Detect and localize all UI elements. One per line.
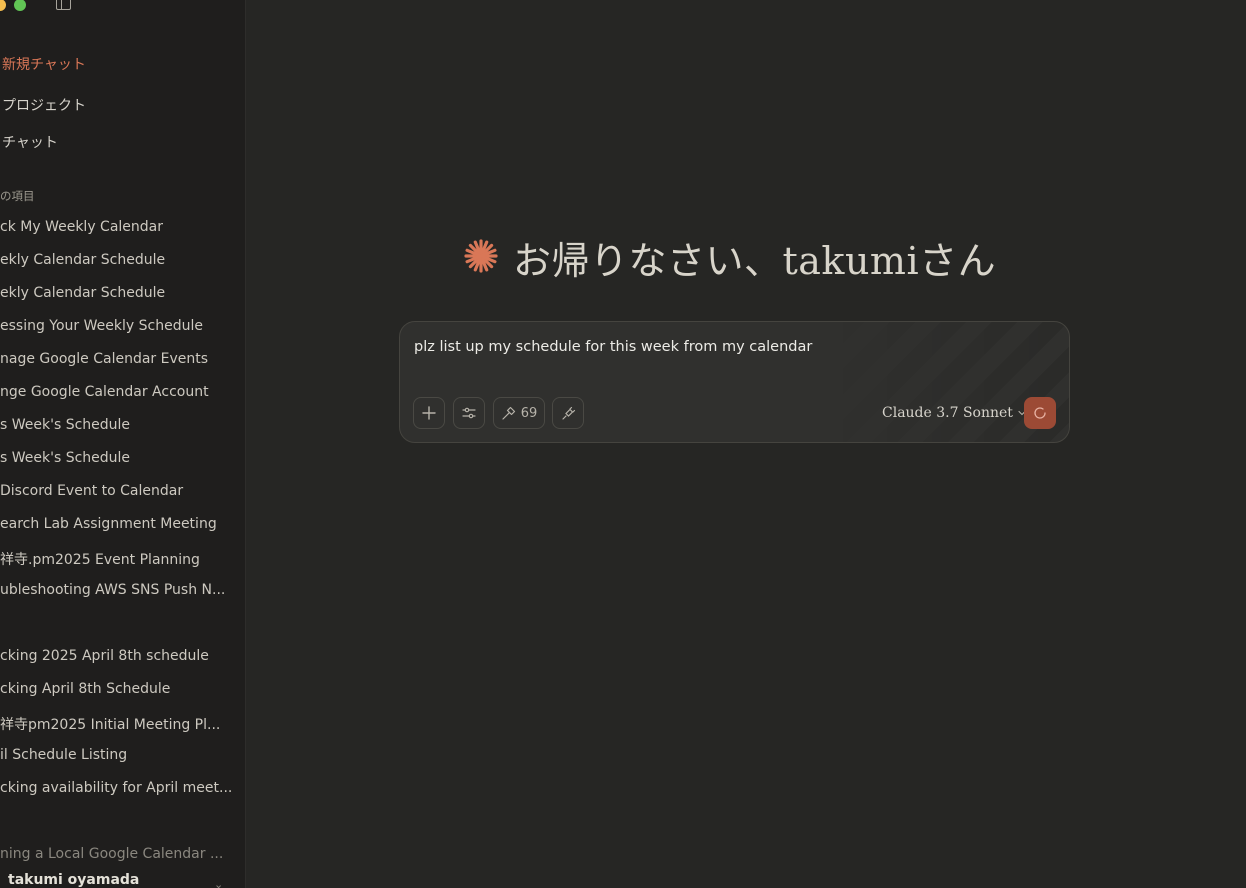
chat-item[interactable]: cking availability for April meet... [0, 780, 240, 796]
chat-item[interactable]: essing Your Weekly Schedule [0, 318, 240, 334]
model-name: Claude 3.7 Sonnet [882, 405, 1013, 421]
greeting-text: お帰りなさい、takumiさん [513, 239, 997, 283]
plug-icon [561, 406, 575, 420]
tools-count: 69 [520, 405, 538, 421]
chat-item[interactable]: ning a Local Google Calendar ... [0, 846, 240, 862]
maximize-button[interactable] [14, 0, 26, 11]
add-attachment-button[interactable] [413, 397, 445, 429]
chat-item[interactable]: nage Google Calendar Events [0, 351, 240, 367]
model-selector[interactable]: Claude 3.7 Sonnet [882, 405, 1027, 421]
chat-item[interactable]: earch Lab Assignment Meeting [0, 516, 240, 532]
chat-item[interactable]: ck My Weekly Calendar [0, 219, 240, 235]
greeting: お帰りなさい、takumiさん [463, 230, 996, 285]
send-button[interactable] [1024, 397, 1056, 429]
integration-button[interactable] [552, 397, 584, 429]
chat-item[interactable]: 祥寺pm2025 Initial Meeting Pl... [0, 714, 240, 734]
window-controls [0, 0, 26, 11]
account-name[interactable]: takumi oyamada [8, 872, 139, 888]
chat-item[interactable]: s Week's Schedule [0, 450, 240, 466]
chat-item[interactable]: ubleshooting AWS SNS Push N... [0, 582, 240, 598]
chat-item[interactable]: cking April 8th Schedule [0, 681, 240, 697]
hammer-icon [502, 406, 515, 420]
sidebar-toggle-icon[interactable] [56, 0, 71, 10]
chat-item[interactable]: 祥寺.pm2025 Event Planning [0, 549, 240, 569]
loading-icon [1034, 407, 1046, 419]
options-button[interactable] [453, 397, 485, 429]
message-input[interactable] [414, 339, 1034, 355]
plus-icon [422, 406, 436, 420]
claude-spark-icon [463, 238, 499, 278]
projects-nav-item[interactable]: プロジェクト [2, 95, 86, 115]
app-window: 新規チャット プロジェクト チャット の項目 ck My Weekly Cale… [0, 0, 1246, 888]
new-chat-button[interactable]: 新規チャット [2, 54, 86, 74]
chat-item[interactable]: cking 2025 April 8th schedule [0, 648, 240, 664]
chat-item[interactable]: nge Google Calendar Account [0, 384, 240, 400]
chat-item[interactable]: s Week's Schedule [0, 417, 240, 433]
chat-item[interactable]: Discord Event to Calendar [0, 483, 240, 499]
sidebar: 新規チャット プロジェクト チャット の項目 ck My Weekly Cale… [0, 0, 246, 888]
sliders-icon [462, 407, 476, 419]
chat-item[interactable]: il Schedule Listing [0, 747, 240, 763]
chevron-down-icon[interactable]: ⌄ [214, 878, 223, 888]
chat-item[interactable]: ekly Calendar Schedule [0, 252, 240, 268]
chat-item[interactable]: ekly Calendar Schedule [0, 285, 240, 301]
tools-button[interactable]: 69 [493, 397, 545, 429]
recents-label: の項目 [0, 189, 35, 203]
chats-nav-item[interactable]: チャット [2, 132, 58, 152]
minimize-button[interactable] [0, 0, 6, 11]
